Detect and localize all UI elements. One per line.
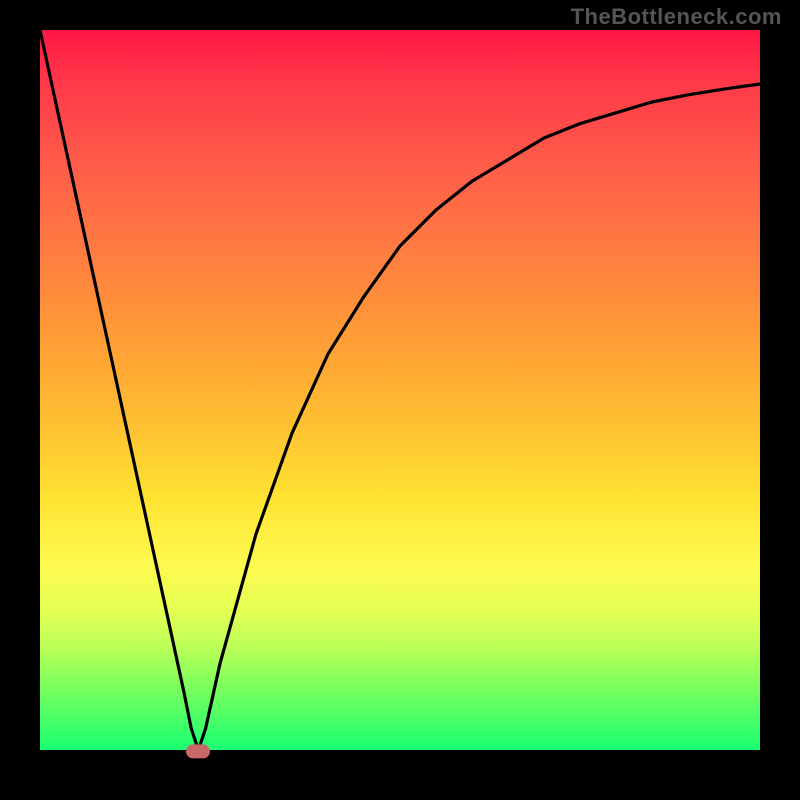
- optimal-point-marker: [186, 744, 210, 758]
- watermark-text: TheBottleneck.com: [571, 4, 782, 30]
- curve-svg: [40, 30, 760, 750]
- bottleneck-curve: [40, 30, 760, 750]
- chart-frame: TheBottleneck.com: [0, 0, 800, 800]
